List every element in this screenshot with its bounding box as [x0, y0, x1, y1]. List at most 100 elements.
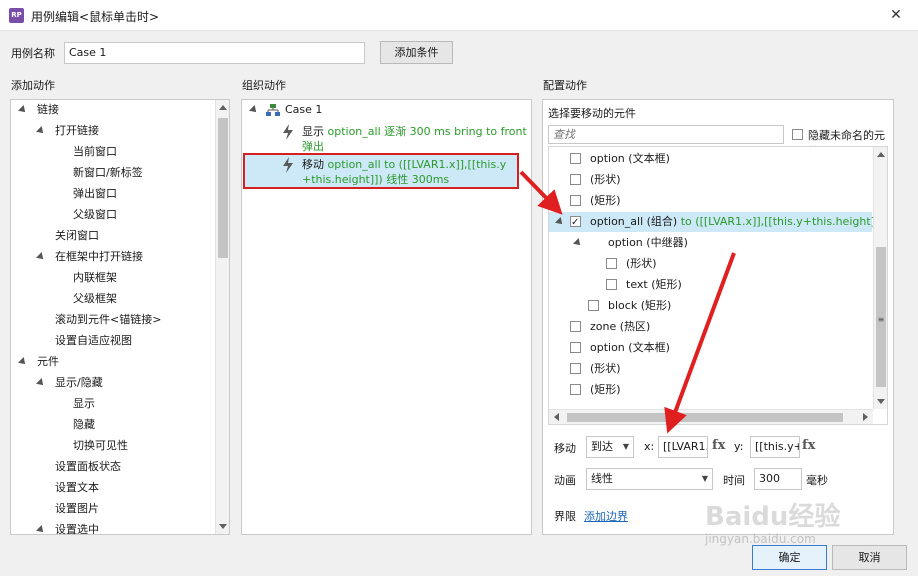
- x-input[interactable]: [[LVAR1.: [658, 436, 708, 458]
- expand-arrow-icon[interactable]: [36, 126, 46, 136]
- widget-action-detail: to ([[LVAR1.x]],[[this.y+this.height]]) …: [680, 215, 887, 228]
- action-tree-item[interactable]: 设置文本: [11, 478, 211, 498]
- cancel-button[interactable]: 取消: [832, 545, 907, 570]
- action-tree-label: 隐藏: [73, 418, 95, 431]
- left-scrollbar[interactable]: [215, 100, 229, 534]
- action-tree-item[interactable]: 显示: [11, 394, 211, 414]
- action-tree-item[interactable]: 切换可见性: [11, 436, 211, 456]
- action-tree-item[interactable]: 设置选中: [11, 520, 211, 534]
- scroll-down-arrow[interactable]: [877, 399, 885, 404]
- watermark: Baidu经验: [705, 502, 841, 532]
- action-tree-item[interactable]: 父级窗口: [11, 205, 211, 225]
- widget-tree-item[interactable]: text (矩形): [549, 275, 872, 295]
- widget-checkbox[interactable]: [588, 300, 599, 311]
- left-scroll-thumb[interactable]: [218, 118, 228, 258]
- scroll-left-arrow[interactable]: [554, 413, 559, 421]
- action-tree-item[interactable]: 在框架中打开链接: [11, 247, 211, 267]
- widget-tree-item[interactable]: option (文本框): [549, 338, 872, 358]
- widget-checkbox[interactable]: [570, 363, 581, 374]
- action-tree-item[interactable]: 显示/隐藏: [11, 373, 211, 393]
- add-boundary-link[interactable]: 添加边界: [584, 508, 628, 524]
- animation-select[interactable]: 线性 ▼: [586, 468, 713, 490]
- expand-arrow-icon[interactable]: [36, 378, 46, 388]
- add-condition-button[interactable]: 添加条件: [380, 41, 453, 64]
- widget-checkbox[interactable]: [570, 174, 581, 185]
- expand-arrow-icon[interactable]: [573, 238, 583, 248]
- hide-unnamed-checkbox[interactable]: [792, 129, 803, 140]
- widget-type: (形状): [590, 362, 621, 375]
- widget-checkbox[interactable]: [570, 195, 581, 206]
- x-fx-button[interactable]: fx: [712, 438, 725, 453]
- hscroll-thumb[interactable]: [567, 413, 843, 422]
- action-tree-item[interactable]: 设置自适应视图: [11, 331, 211, 351]
- scroll-right-arrow[interactable]: [863, 413, 868, 421]
- expand-arrow-icon[interactable]: [36, 525, 46, 534]
- time-input[interactable]: 300: [754, 468, 802, 490]
- widget-search-input[interactable]: [548, 125, 784, 144]
- action-tree-item[interactable]: 设置面板状态: [11, 457, 211, 477]
- time-label: 时间: [723, 474, 745, 487]
- scroll-up-arrow[interactable]: [219, 105, 227, 110]
- action-tree-item[interactable]: 内联框架: [11, 268, 211, 288]
- action-tree-item[interactable]: 元件: [11, 352, 211, 372]
- ok-button[interactable]: 确定: [752, 545, 827, 570]
- action-tree-item[interactable]: 设置图片: [11, 499, 211, 519]
- widget-tree-item[interactable]: option_all (组合) to ([[LVAR1.x]],[[this.y…: [549, 212, 887, 233]
- widget-tree-item[interactable]: (矩形): [549, 191, 872, 211]
- action-detail: option_all to ([[LVAR1.x]],[[this.y: [327, 158, 507, 171]
- app-icon: RP: [9, 8, 24, 23]
- close-button[interactable]: ✕: [884, 6, 908, 24]
- widget-tree-label: option (文本框): [590, 338, 670, 358]
- action-tree-item[interactable]: 滚动到元件<锚链接>: [11, 310, 211, 330]
- watermark-sub: jingyan.baidu.com: [705, 532, 816, 546]
- widget-name: option_all: [590, 215, 644, 228]
- expand-arrow-icon[interactable]: [555, 217, 565, 227]
- action-item[interactable]: 显示 option_all 逐渐 300 ms bring to front 弹…: [242, 122, 531, 168]
- widget-tree-item[interactable]: (形状): [549, 359, 872, 379]
- widget-tree-item[interactable]: (矩形): [549, 380, 872, 400]
- action-tree-item[interactable]: 链接: [11, 100, 211, 120]
- action-tree-item[interactable]: 关闭窗口: [11, 226, 211, 246]
- widget-list-hscrollbar[interactable]: [549, 409, 873, 424]
- action-tree-item[interactable]: 打开链接: [11, 121, 211, 141]
- widget-checkbox[interactable]: [570, 384, 581, 395]
- action-tree-item[interactable]: 隐藏: [11, 415, 211, 435]
- widget-tree-item[interactable]: (形状): [549, 170, 872, 190]
- action-tree-label: 显示: [73, 397, 95, 410]
- expand-arrow-icon[interactable]: [36, 252, 46, 262]
- action-detail-cont: +this.height]]) 线性 300ms: [302, 173, 450, 186]
- widget-tree-item[interactable]: (形状): [549, 254, 872, 274]
- widget-checkbox[interactable]: [570, 153, 581, 164]
- y-fx-button[interactable]: fx: [802, 438, 815, 453]
- move-mode-select[interactable]: 到达 ▼: [586, 436, 634, 458]
- scroll-up-arrow[interactable]: [877, 152, 885, 157]
- organize-action-panel: Case 1 显示 option_all 逐渐 300 ms bring to …: [241, 99, 532, 535]
- widget-list-scrollbar[interactable]: ≡: [873, 147, 887, 409]
- widget-type: (形状): [590, 173, 621, 186]
- y-input[interactable]: [[this.y+t: [750, 436, 800, 458]
- action-tree-item[interactable]: 当前窗口: [11, 142, 211, 162]
- widget-type: (中继器): [646, 236, 688, 249]
- widget-checkbox[interactable]: [606, 258, 617, 269]
- scroll-down-arrow[interactable]: [219, 524, 227, 529]
- widget-checkbox[interactable]: [570, 342, 581, 353]
- widget-tree-label: option (中继器): [608, 233, 688, 253]
- widget-tree-item[interactable]: option (文本框): [549, 149, 872, 169]
- action-tree-item[interactable]: 父级框架: [11, 289, 211, 309]
- animation-label: 动画: [554, 474, 576, 487]
- widget-checkbox[interactable]: [570, 321, 581, 332]
- case-name-input[interactable]: Case 1: [64, 42, 365, 64]
- expand-arrow-icon[interactable]: [18, 357, 28, 367]
- widget-checkbox[interactable]: [606, 279, 617, 290]
- action-tree-item[interactable]: 弹出窗口: [11, 184, 211, 204]
- widget-tree-item[interactable]: zone (热区): [549, 317, 872, 337]
- action-tree-label: 内联框架: [73, 271, 117, 284]
- action-tree-item[interactable]: 新窗口/新标签: [11, 163, 211, 183]
- widget-type: (组合): [646, 215, 678, 228]
- widget-tree-item[interactable]: option (中继器): [549, 233, 872, 253]
- widget-tree-item[interactable]: block (矩形): [549, 296, 872, 316]
- action-item-selected[interactable]: 移动 option_all to ([[LVAR1.x]],[[this.y +…: [243, 153, 519, 189]
- widget-checkbox[interactable]: [570, 213, 581, 233]
- expand-arrow-icon[interactable]: [18, 105, 28, 115]
- widget-tree-label: (形状): [590, 170, 621, 190]
